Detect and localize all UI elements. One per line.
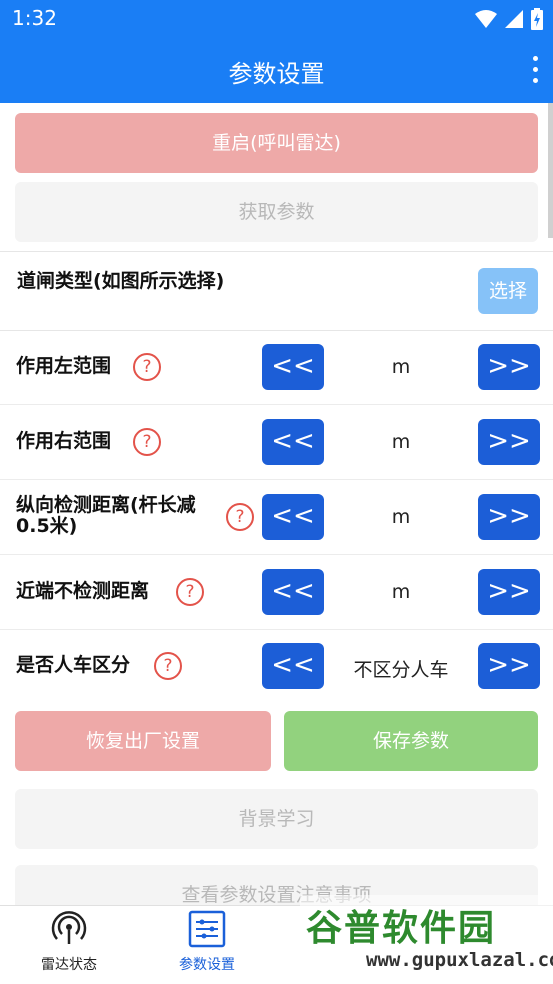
battery-icon xyxy=(531,8,543,30)
param-value: 不区分人车 xyxy=(353,659,449,681)
nav-radar-status[interactable]: 雷达状态 xyxy=(9,910,129,974)
increase-button[interactable]: >> xyxy=(478,344,540,390)
param-row-near-exclusion: 近端不检测距离 ? << m >> xyxy=(0,555,553,630)
decrease-button[interactable]: << xyxy=(262,494,324,540)
signal-icon xyxy=(505,10,523,28)
save-params-button[interactable]: 保存参数 xyxy=(284,711,538,771)
status-bar: 1:32 xyxy=(0,0,553,38)
help-icon[interactable]: ? xyxy=(133,428,161,456)
param-label: 纵向检测距离(杆长减0.5米) xyxy=(16,494,196,537)
page-title: 参数设置 xyxy=(228,60,325,88)
watermark-title: 谷普软件园 xyxy=(306,908,497,949)
param-label: 作用左范围 xyxy=(16,355,112,377)
nav-param-settings[interactable]: 参数设置 xyxy=(147,910,267,974)
status-icons xyxy=(475,8,543,30)
gate-type-row: 道闸类型(如图所示选择) 选择 xyxy=(0,251,553,331)
background-learning-button[interactable]: 背景学习 xyxy=(15,789,538,849)
watermark-url: www.gupuxlazal.com xyxy=(366,949,553,971)
watermark: 谷普软件园 www.gupuxlazal.com xyxy=(300,895,553,983)
increase-button[interactable]: >> xyxy=(478,643,540,689)
factory-reset-button[interactable]: 恢复出厂设置 xyxy=(15,711,271,771)
decrease-button[interactable]: << xyxy=(262,643,324,689)
more-options-icon[interactable] xyxy=(533,56,539,89)
help-icon[interactable]: ? xyxy=(154,652,182,680)
param-label: 近端不检测距离 xyxy=(16,580,150,602)
scrollbar[interactable] xyxy=(548,103,553,238)
settings-sliders-icon xyxy=(188,910,226,948)
gate-type-label: 道闸类型(如图所示选择) xyxy=(17,270,225,292)
param-value: m xyxy=(391,581,411,603)
param-value: m xyxy=(391,431,411,453)
restart-radar-button[interactable]: 重启(呼叫雷达) xyxy=(15,113,538,173)
radar-icon xyxy=(51,911,87,944)
param-row-right-range: 作用右范围 ? << m >> xyxy=(0,405,553,480)
param-label: 是否人车区分 xyxy=(16,654,131,676)
param-label: 作用右范围 xyxy=(16,430,112,452)
nav-label: 参数设置 xyxy=(179,957,235,973)
decrease-button[interactable]: << xyxy=(262,569,324,615)
param-value: m xyxy=(391,506,411,528)
help-icon[interactable]: ? xyxy=(176,578,204,606)
decrease-button[interactable]: << xyxy=(262,419,324,465)
param-row-left-range: 作用左范围 ? << m >> xyxy=(0,330,553,405)
gate-type-select-button[interactable]: 选择 xyxy=(478,268,538,314)
status-time: 1:32 xyxy=(12,6,57,30)
param-row-vertical-distance: 纵向检测距离(杆长减0.5米) ? << m >> xyxy=(0,480,553,555)
param-row-person-vehicle: 是否人车区分 ? << 不区分人车 >> xyxy=(0,630,553,704)
help-icon[interactable]: ? xyxy=(133,353,161,381)
increase-button[interactable]: >> xyxy=(478,569,540,615)
increase-button[interactable]: >> xyxy=(478,419,540,465)
nav-label: 雷达状态 xyxy=(41,957,97,973)
wifi-icon xyxy=(475,10,497,28)
settings-content[interactable]: 重启(呼叫雷达) 获取参数 道闸类型(如图所示选择) 选择 作用左范围 ? <<… xyxy=(0,103,553,905)
app-bar: 参数设置 xyxy=(0,38,553,103)
increase-button[interactable]: >> xyxy=(478,494,540,540)
get-params-button[interactable]: 获取参数 xyxy=(15,182,538,242)
decrease-button[interactable]: << xyxy=(262,344,324,390)
help-icon[interactable]: ? xyxy=(226,503,254,531)
param-value: m xyxy=(391,356,411,378)
